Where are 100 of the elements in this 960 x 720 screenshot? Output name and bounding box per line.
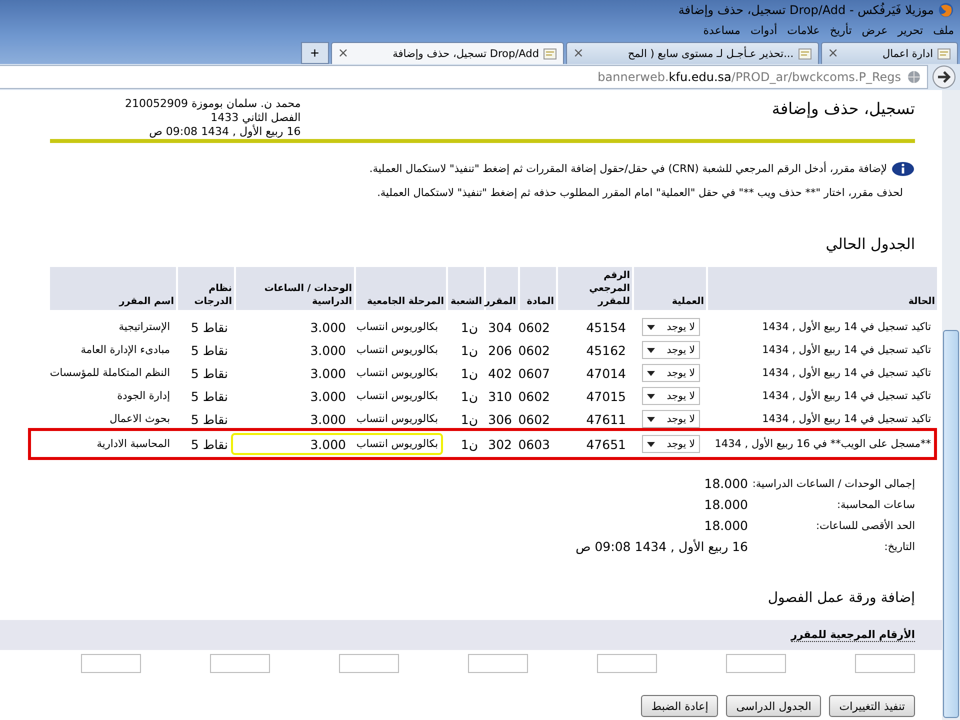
column-header: الشعبة <box>448 267 484 310</box>
units-cell-text: 3.000 <box>309 320 347 334</box>
course-title-cell-text: النظم المتكاملة للمؤسسات <box>48 367 171 379</box>
menu-item[interactable]: أدوات <box>750 24 778 36</box>
page-icon <box>798 46 812 60</box>
menu-item[interactable]: تأريخ <box>830 24 852 36</box>
student-info-line: 16 ربيع الأول , 1434 09:08 ص <box>148 125 301 139</box>
column-header: المرحلة الجامعية <box>356 267 446 310</box>
column-header: الرقم المرجعي للمقرر <box>558 267 632 310</box>
action-dropdown[interactable]: لا يوجد <box>642 318 700 336</box>
units-cell-text: 3.000 <box>309 342 347 358</box>
scroll-thumb[interactable] <box>943 330 959 718</box>
status-cell-text: تاكيد تسجيل في 14 ربيع الأول , 1434 <box>761 390 932 402</box>
subject-cell-text: 0603 <box>517 436 551 452</box>
units-cell-text: 3.000 <box>309 366 347 380</box>
action-dropdown[interactable]: لا يوجد <box>642 387 700 405</box>
form-button[interactable]: إعادة الضبط <box>641 695 718 717</box>
status-cell-text: تاكيد تسجيل في 14 ربيع الأول , 1434 <box>761 344 932 356</box>
info-icon <box>891 161 915 177</box>
section-heading: الجدول الحالي <box>824 235 915 253</box>
menu-item[interactable]: عرض <box>862 24 888 36</box>
browser-tab[interactable]: تحذير عـأجـل لـ مستوى سابع ( المح... × <box>566 42 819 64</box>
summary-value: 18.000 <box>703 476 748 492</box>
page-icon <box>937 46 951 60</box>
grade-mode-cell-text: نقاط 5 <box>190 366 229 380</box>
form-button[interactable]: تنفيذ التغييرات <box>829 695 915 717</box>
caret-icon <box>647 416 655 422</box>
summary-value: 18.000 <box>703 518 748 534</box>
close-tab-button[interactable]: × <box>338 46 349 61</box>
caret-icon <box>647 324 655 330</box>
crn-cell-text: 45162 <box>585 342 627 358</box>
column-header: العملية <box>634 267 706 310</box>
action-dropdown[interactable]: لا يوجد <box>642 435 700 453</box>
column-header: نظام الدرجات <box>178 267 234 310</box>
address-bar[interactable]: bannerweb.kfu.edu.sa/PROD_ar/bwckcoms.P_Regs <box>0 65 928 89</box>
action-dropdown[interactable]: لا يوجد <box>642 364 700 382</box>
level-cell-text: بكالوريوس انتساب <box>355 438 439 450</box>
menu-item[interactable]: علامات <box>787 24 820 36</box>
student-info-line: محمد ن. سلمان بوموزة 210052909 <box>125 97 301 111</box>
level-cell-text: بكالوريوس انتساب <box>355 367 439 379</box>
section-cell-text: ن1 <box>460 412 479 426</box>
section-cell-text: ن1 <box>460 342 479 358</box>
summary-label: ساعات المحاسبة: <box>836 498 915 513</box>
action-dropdown[interactable]: لا يوجد <box>642 410 700 428</box>
column-header: الوحدات / الساعات الدراسية <box>236 267 354 310</box>
page-icon <box>542 46 557 60</box>
course-cell-text: 306 <box>487 412 513 426</box>
status-cell-text: تاكيد تسجيل في 14 ربيع الأول , 1434 <box>761 321 932 333</box>
globe-icon <box>907 70 921 84</box>
course-cell-text: 304 <box>487 320 513 334</box>
crn-cell-text: 47015 <box>585 388 627 404</box>
crn-input-field[interactable] <box>855 654 915 673</box>
section-cell-text: ن1 <box>460 320 479 334</box>
subject-cell-text: 0602 <box>517 342 551 358</box>
course-title-cell-text: بحوث الاعمال <box>108 413 171 425</box>
browser-tab[interactable]: تسجيل، حذف وإضافة Drop/Add × <box>330 42 564 64</box>
crn-fields-label: الأرقام المرجعية للمقرر <box>791 628 915 642</box>
close-tab-button[interactable]: × <box>572 46 584 61</box>
caret-icon <box>647 370 655 376</box>
action-dropdown[interactable]: لا يوجد <box>642 341 700 359</box>
crn-input-field[interactable] <box>597 654 657 673</box>
student-info-line: الفصل الثاني 1433 <box>210 111 301 124</box>
crn-cell-text: 47651 <box>585 436 627 452</box>
column-header: المادة <box>520 267 556 310</box>
units-cell-text: 3.000 <box>309 388 347 404</box>
subject-cell-text: 0602 <box>517 412 551 426</box>
grade-mode-cell-text: نقاط 5 <box>190 320 229 334</box>
crn-input-field[interactable] <box>726 654 786 673</box>
status-cell-text: **مسجل على الويب** في 16 ربيع الأول , 1434 <box>714 438 932 450</box>
level-cell-text: بكالوريوس انتساب <box>355 344 439 356</box>
subject-cell-text: 0607 <box>517 366 551 380</box>
new-tab-button[interactable]: + <box>300 42 329 64</box>
summary-label: إجمالى الوحدات / الساعات الدراسية: <box>751 477 915 492</box>
crn-input-field[interactable] <box>468 654 528 673</box>
grade-mode-cell-text: نقاط 5 <box>190 388 229 404</box>
course-title-cell-text: مبادىء الإدارة العامة <box>80 344 171 356</box>
summary-value: 16 ربيع الأول , 1434 09:08 ص <box>576 539 748 555</box>
scrollbar[interactable] <box>942 90 960 720</box>
menu-item[interactable]: مساعدة <box>703 24 740 36</box>
level-cell-text: بكالوريوس انتساب <box>355 321 439 333</box>
crn-cell-text: 45154 <box>585 320 627 334</box>
status-cell-text: تاكيد تسجيل في 14 ربيع الأول , 1434 <box>761 413 932 425</box>
browser-tab[interactable]: ادارة اعمال × <box>820 42 958 64</box>
form-button[interactable]: الجدول الدراسى <box>726 695 822 717</box>
level-cell-text: بكالوريوس انتساب <box>355 390 439 402</box>
crn-input-field[interactable] <box>81 654 141 673</box>
browser-logo-icon <box>938 2 954 18</box>
grade-mode-cell-text: نقاط 5 <box>190 436 229 452</box>
section-cell-text: ن1 <box>460 388 479 404</box>
close-tab-button[interactable]: × <box>828 46 838 61</box>
grade-mode-cell-text: نقاط 5 <box>190 412 229 426</box>
menu-item[interactable]: ملف <box>933 24 954 36</box>
caret-icon <box>647 394 655 398</box>
course-title-cell-text: المحاسبة الادارية <box>96 438 171 450</box>
status-cell-text: تاكيد تسجيل في 14 ربيع الأول , 1434 <box>761 367 932 379</box>
crn-input-field[interactable] <box>210 654 270 673</box>
menu-item[interactable]: تحرير <box>898 24 924 36</box>
units-cell-text: 3.000 <box>309 436 347 452</box>
crn-input-field[interactable] <box>339 654 399 673</box>
grade-mode-cell-text: نقاط 5 <box>190 342 229 358</box>
